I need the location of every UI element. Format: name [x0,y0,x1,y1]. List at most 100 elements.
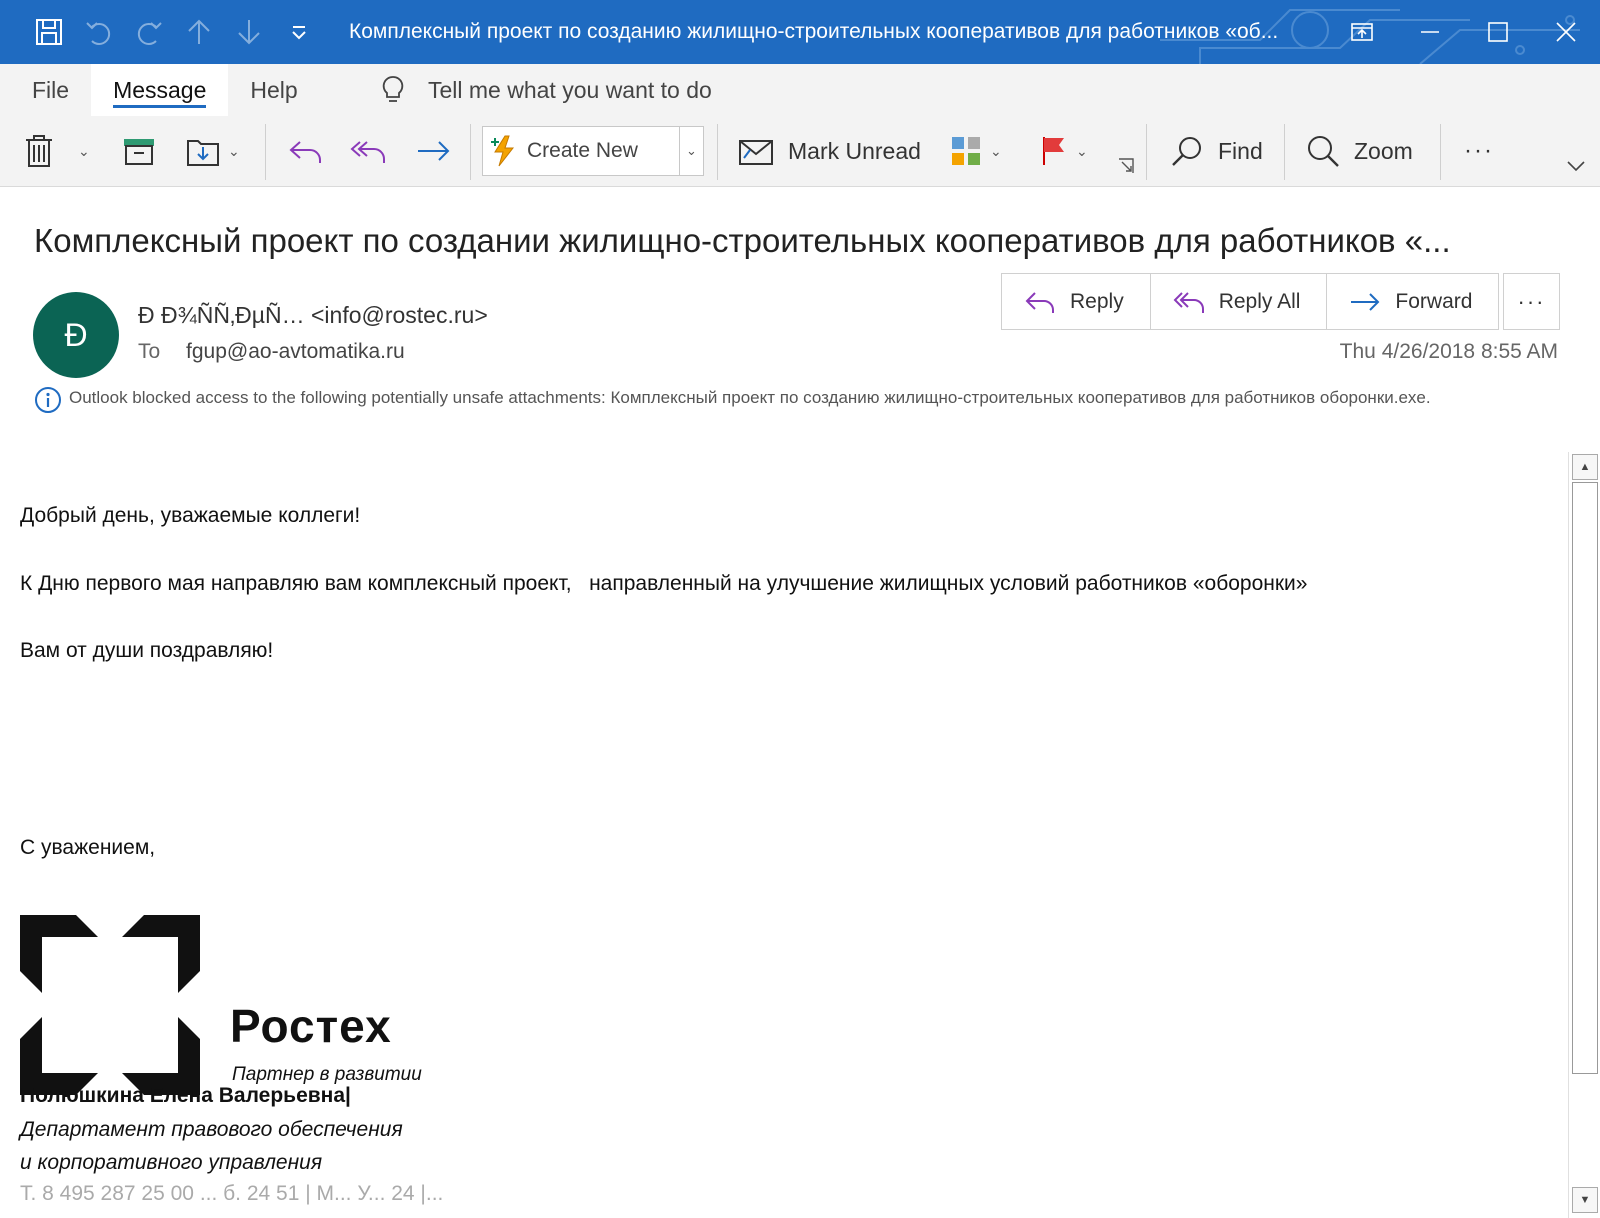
archive-icon [124,139,154,165]
reply-icon [289,141,321,163]
chevron-down-icon[interactable]: ⌄ [1076,143,1088,160]
maximize-button[interactable] [1464,0,1532,64]
signature-department-line-1: Департамент правового обеспечения [20,1118,403,1141]
message-body: Добрый день, уважаемые коллеги! К Дню пе… [0,452,1566,1218]
brand-name: Ростех [230,1000,392,1052]
restore-ribbon-button[interactable] [1328,0,1396,64]
separator [265,124,266,180]
chevron-down-icon[interactable]: ⌄ [990,143,1002,160]
more-actions-button[interactable]: ··· [1503,273,1560,330]
collapse-ribbon-button[interactable] [1566,146,1586,186]
reply-all-icon [1173,291,1204,313]
separator [1440,124,1441,180]
customize-qat-icon [292,26,306,40]
mark-unread-icon [739,140,773,165]
recipient-address[interactable]: fgup@ao-avtomatika.ru [186,340,405,363]
forward-label: Forward [1395,289,1473,313]
separator [1284,124,1285,180]
tags-dialog-launcher[interactable] [1118,156,1134,176]
tell-me-label: Tell me what you want to do [428,76,712,103]
minimize-icon [1421,31,1439,33]
categorize-icon [952,137,980,165]
previous-item-button[interactable] [174,0,224,64]
scroll-up-button[interactable]: ▲ [1572,454,1598,480]
chevron-down-icon[interactable]: ⌄ [679,127,703,175]
forward-icon [418,141,450,161]
reply-all-icon [350,141,385,163]
archive-button[interactable] [122,116,156,186]
scroll-thumb[interactable] [1572,482,1598,1074]
create-new-label: Create New [527,139,638,162]
reply-all-button[interactable]: Reply All [1151,274,1328,329]
window-title: Комплексный проект по созданию жилищно-с… [349,20,1279,43]
blocked-attachment-infobar: Outlook blocked access to the following … [34,384,1474,413]
close-button[interactable] [1532,0,1600,64]
move-to-folder-icon [187,140,219,166]
ribbon-tabs: File Message Help [0,64,320,116]
zoom-icon [1308,136,1339,167]
ribbon-forward-button[interactable] [416,116,452,186]
quick-access-toolbar [0,0,324,64]
save-button[interactable] [24,0,74,64]
minimize-button[interactable] [1396,0,1464,64]
move-button[interactable]: ⌄ [186,116,240,186]
next-item-button[interactable] [224,0,274,64]
next-item-icon [238,20,260,45]
undo-icon [86,22,111,45]
find-label: Find [1218,137,1263,164]
chevron-down-icon[interactable]: ⌄ [228,143,240,160]
scroll-down-button[interactable]: ▼ [1572,1187,1598,1213]
undo-button[interactable] [74,0,124,64]
mark-unread-button[interactable]: Mark Unread [738,116,921,186]
body-paragraph-1: К Дню первого мая направляю вам комплекс… [20,572,1308,595]
chevron-down-icon [1567,161,1585,172]
ribbon-toolbar: ⌄ ⌄ Create New ⌄ Mark Unread ⌄ ⌄ Find Zo… [0,116,1600,186]
title-bar: Комплексный проект по созданию жилищно-с… [0,0,1600,64]
body-paragraph-2: Вам от души поздравляю! [20,639,274,662]
rostec-logo [20,915,200,1095]
close-icon [1556,22,1576,42]
zoom-button[interactable]: Zoom [1306,116,1413,186]
zoom-label: Zoom [1354,137,1413,164]
reply-button[interactable]: Reply [1002,274,1151,329]
mark-unread-label: Mark Unread [788,137,921,164]
separator [717,124,718,180]
recipient-row: To fgup@ao-avtomatika.ru [138,340,405,364]
separator [1146,124,1147,180]
sender-address[interactable]: Ð Ð¾ÑÑ‚ÐµÑ… <info@rostec.ru> [138,302,488,329]
dialog-launcher-icon [1119,158,1134,173]
follow-up-button[interactable]: ⌄ [1040,116,1088,186]
forward-icon [1351,292,1380,311]
lightning-icon [491,135,515,167]
tab-message[interactable]: Message [91,64,229,116]
ribbon-reply-button[interactable] [288,116,324,186]
body-greeting: Добрый день, уважаемые коллеги! [20,504,361,527]
previous-item-icon [188,19,210,44]
separator [470,124,471,180]
tell-me-search[interactable]: Tell me what you want to do [380,64,712,116]
infobar-text: Outlook blocked access to the following … [69,388,1431,407]
forward-button[interactable]: Forward [1327,274,1498,329]
response-buttons: Reply Reply All Forward [1001,273,1500,330]
sender-avatar[interactable]: Ð [33,292,119,378]
ribbon-display-options-icon [1351,23,1373,41]
reply-icon [1025,291,1054,313]
quick-steps-gallery[interactable]: Create New ⌄ [482,126,704,176]
more-commands-button[interactable]: ··· [1464,116,1494,186]
redo-button[interactable] [124,0,174,64]
categorize-button[interactable]: ⌄ [950,116,1002,186]
customize-qat-button[interactable] [274,0,324,64]
body-scrollbar[interactable]: ▲ ▼ [1568,452,1600,1218]
chevron-down-icon[interactable]: ⌄ [78,143,90,160]
message-subject: Комплексный проект по создании жилищно-с… [34,222,1451,259]
message-date: Thu 4/26/2018 8:55 AM [1339,340,1558,363]
trash-icon [26,135,52,167]
window-controls [1328,0,1600,64]
ribbon-reply-all-button[interactable] [350,116,388,186]
lightbulb-icon [382,76,404,102]
delete-button[interactable]: ⌄ [24,116,90,186]
signature-department-line-2: и корпоративного управления [20,1151,323,1174]
find-button[interactable]: Find [1170,116,1263,186]
tab-file[interactable]: File [0,64,91,116]
tab-help[interactable]: Help [228,64,319,116]
